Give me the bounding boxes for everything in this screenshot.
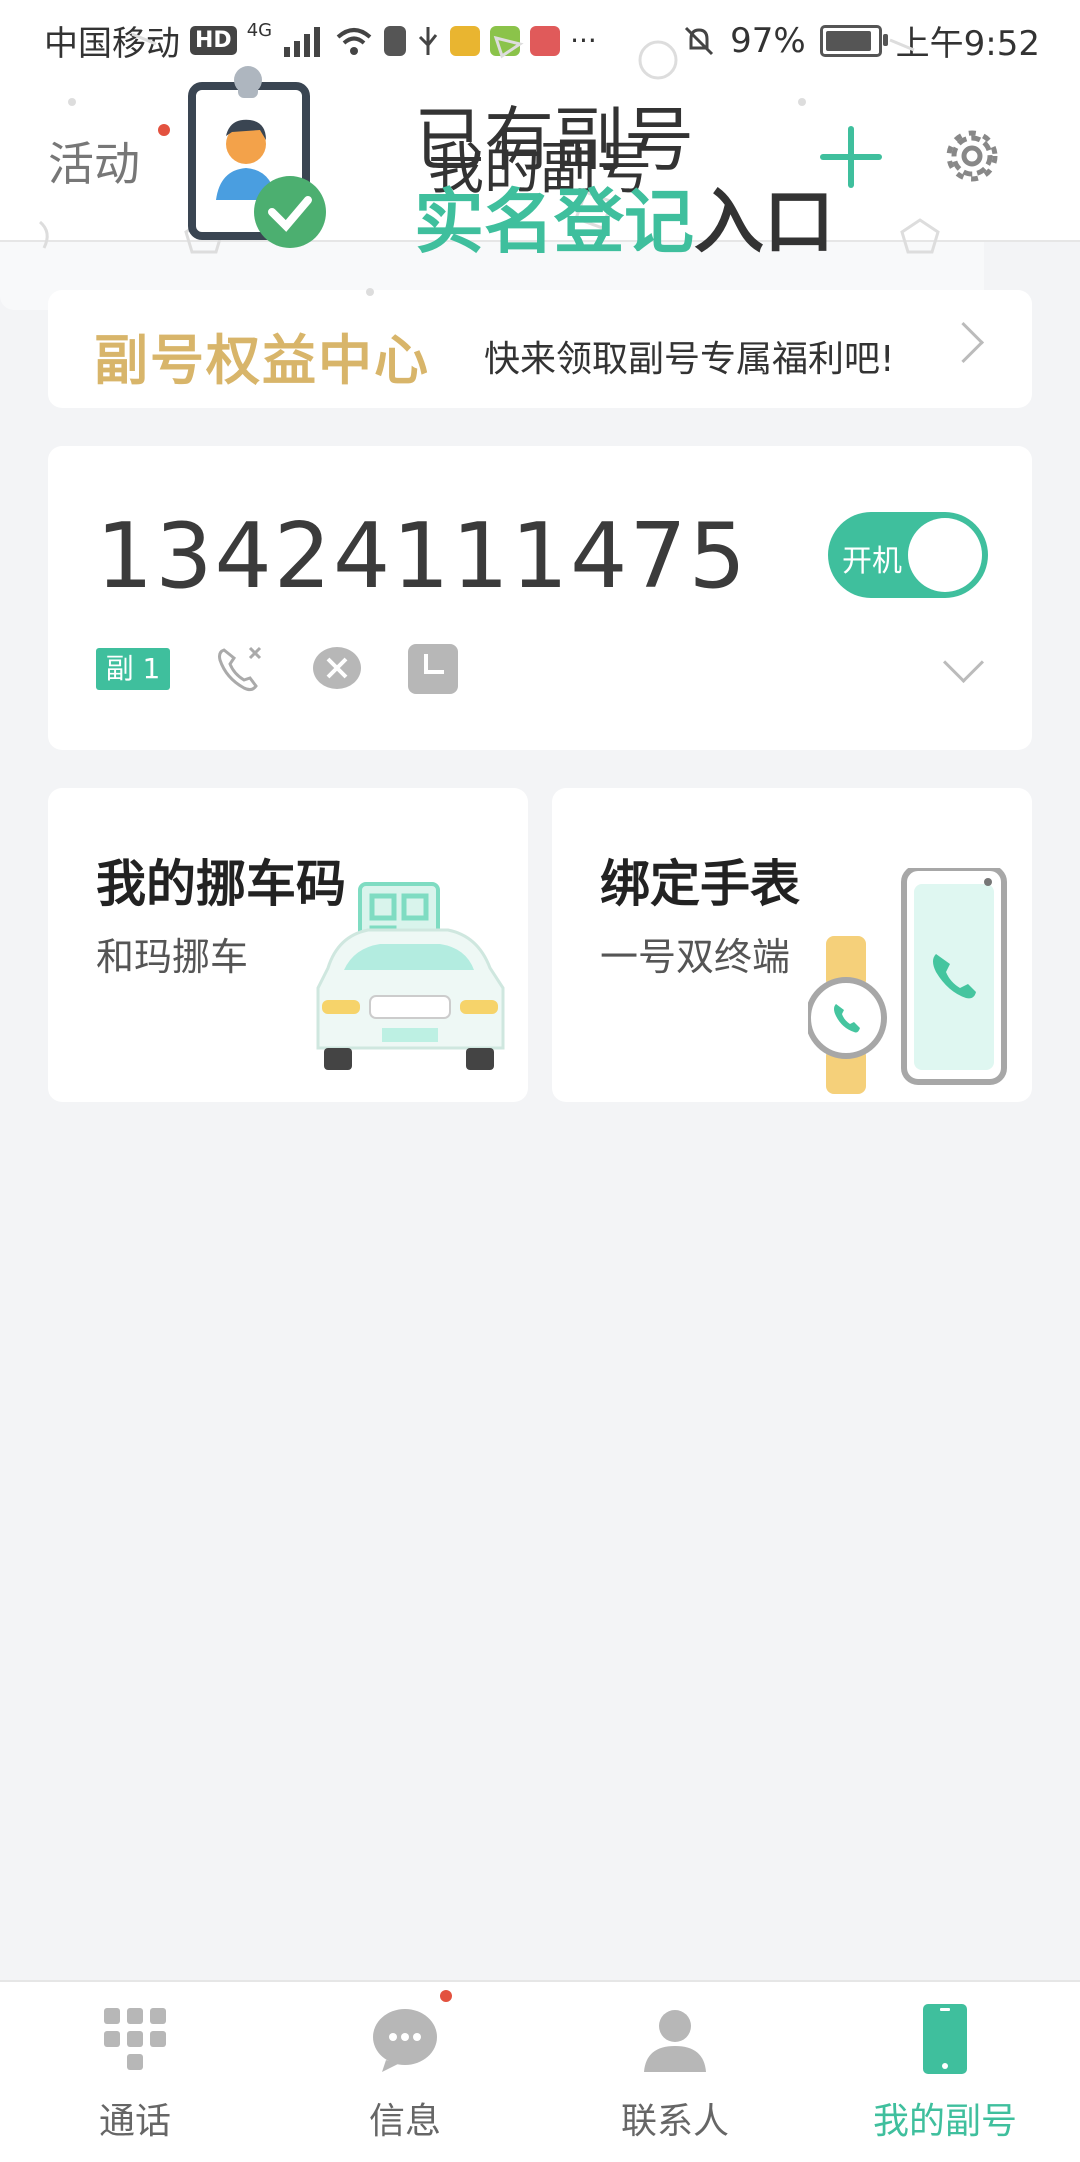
id-badge-check-icon [188, 66, 326, 248]
bind-watch-title: 绑定手表 [600, 855, 800, 913]
watch-phone-illustration-icon [808, 868, 1007, 1094]
bottom-navigation: 通话 信息 联系人 我的副号 [0, 1980, 1080, 2162]
tab-calls[interactable]: 通话 [0, 1982, 270, 2162]
message-block-icon[interactable] [310, 642, 364, 696]
contact-icon [644, 2010, 706, 2072]
car-qr-illustration-icon [316, 882, 505, 1070]
phone-icon [923, 2004, 967, 2074]
car-move-code-subtitle: 和玛挪车 [96, 935, 249, 979]
clock-icon[interactable] [406, 642, 460, 696]
car-move-code-card[interactable]: 我的挪车码 和玛挪车 [48, 788, 528, 1102]
realname-registration-banner[interactable]: 已有副号 实名登记入口 [0, 0, 984, 310]
benefit-center-text: 快来领取副号专属福利吧! [484, 339, 895, 380]
secondary-number-card: 13424111475 开机 副 1 [48, 446, 1032, 750]
messages-unread-dot [440, 1990, 452, 2002]
tab-my-secondary-number-label: 我的副号 [872, 2101, 1017, 2142]
tab-calls-label: 通话 [98, 2101, 171, 2142]
bind-watch-card[interactable]: 绑定手表 一号双终端 [552, 788, 1032, 1102]
power-toggle-label: 开机 [842, 544, 902, 579]
chevron-down-icon[interactable] [942, 641, 985, 684]
secondary-index-badge: 副 1 [96, 648, 170, 690]
tab-my-secondary-number[interactable]: 我的副号 [810, 1982, 1080, 2162]
dialpad-icon [104, 2008, 166, 2070]
power-toggle[interactable]: 开机 [828, 512, 988, 598]
benefit-center-logo: 副号权益中心 [94, 329, 430, 392]
chevron-right-icon [942, 321, 985, 364]
realname-accent-text: 实名登记 [414, 181, 694, 263]
bind-watch-subtitle: 一号双终端 [600, 935, 791, 979]
tab-contacts-label: 联系人 [620, 2101, 729, 2142]
secondary-phone-number: 13424111475 [96, 504, 748, 609]
call-block-icon[interactable] [214, 642, 268, 696]
realname-line2: 实名登记入口 [414, 166, 834, 267]
toggle-knob [908, 518, 982, 592]
tab-messages[interactable]: 信息 [270, 1982, 540, 2162]
tab-messages-label: 信息 [368, 2101, 441, 2142]
tab-contacts[interactable]: 联系人 [540, 1982, 810, 2162]
message-icon [373, 2009, 437, 2072]
realname-entry-text: 入口 [694, 181, 834, 263]
